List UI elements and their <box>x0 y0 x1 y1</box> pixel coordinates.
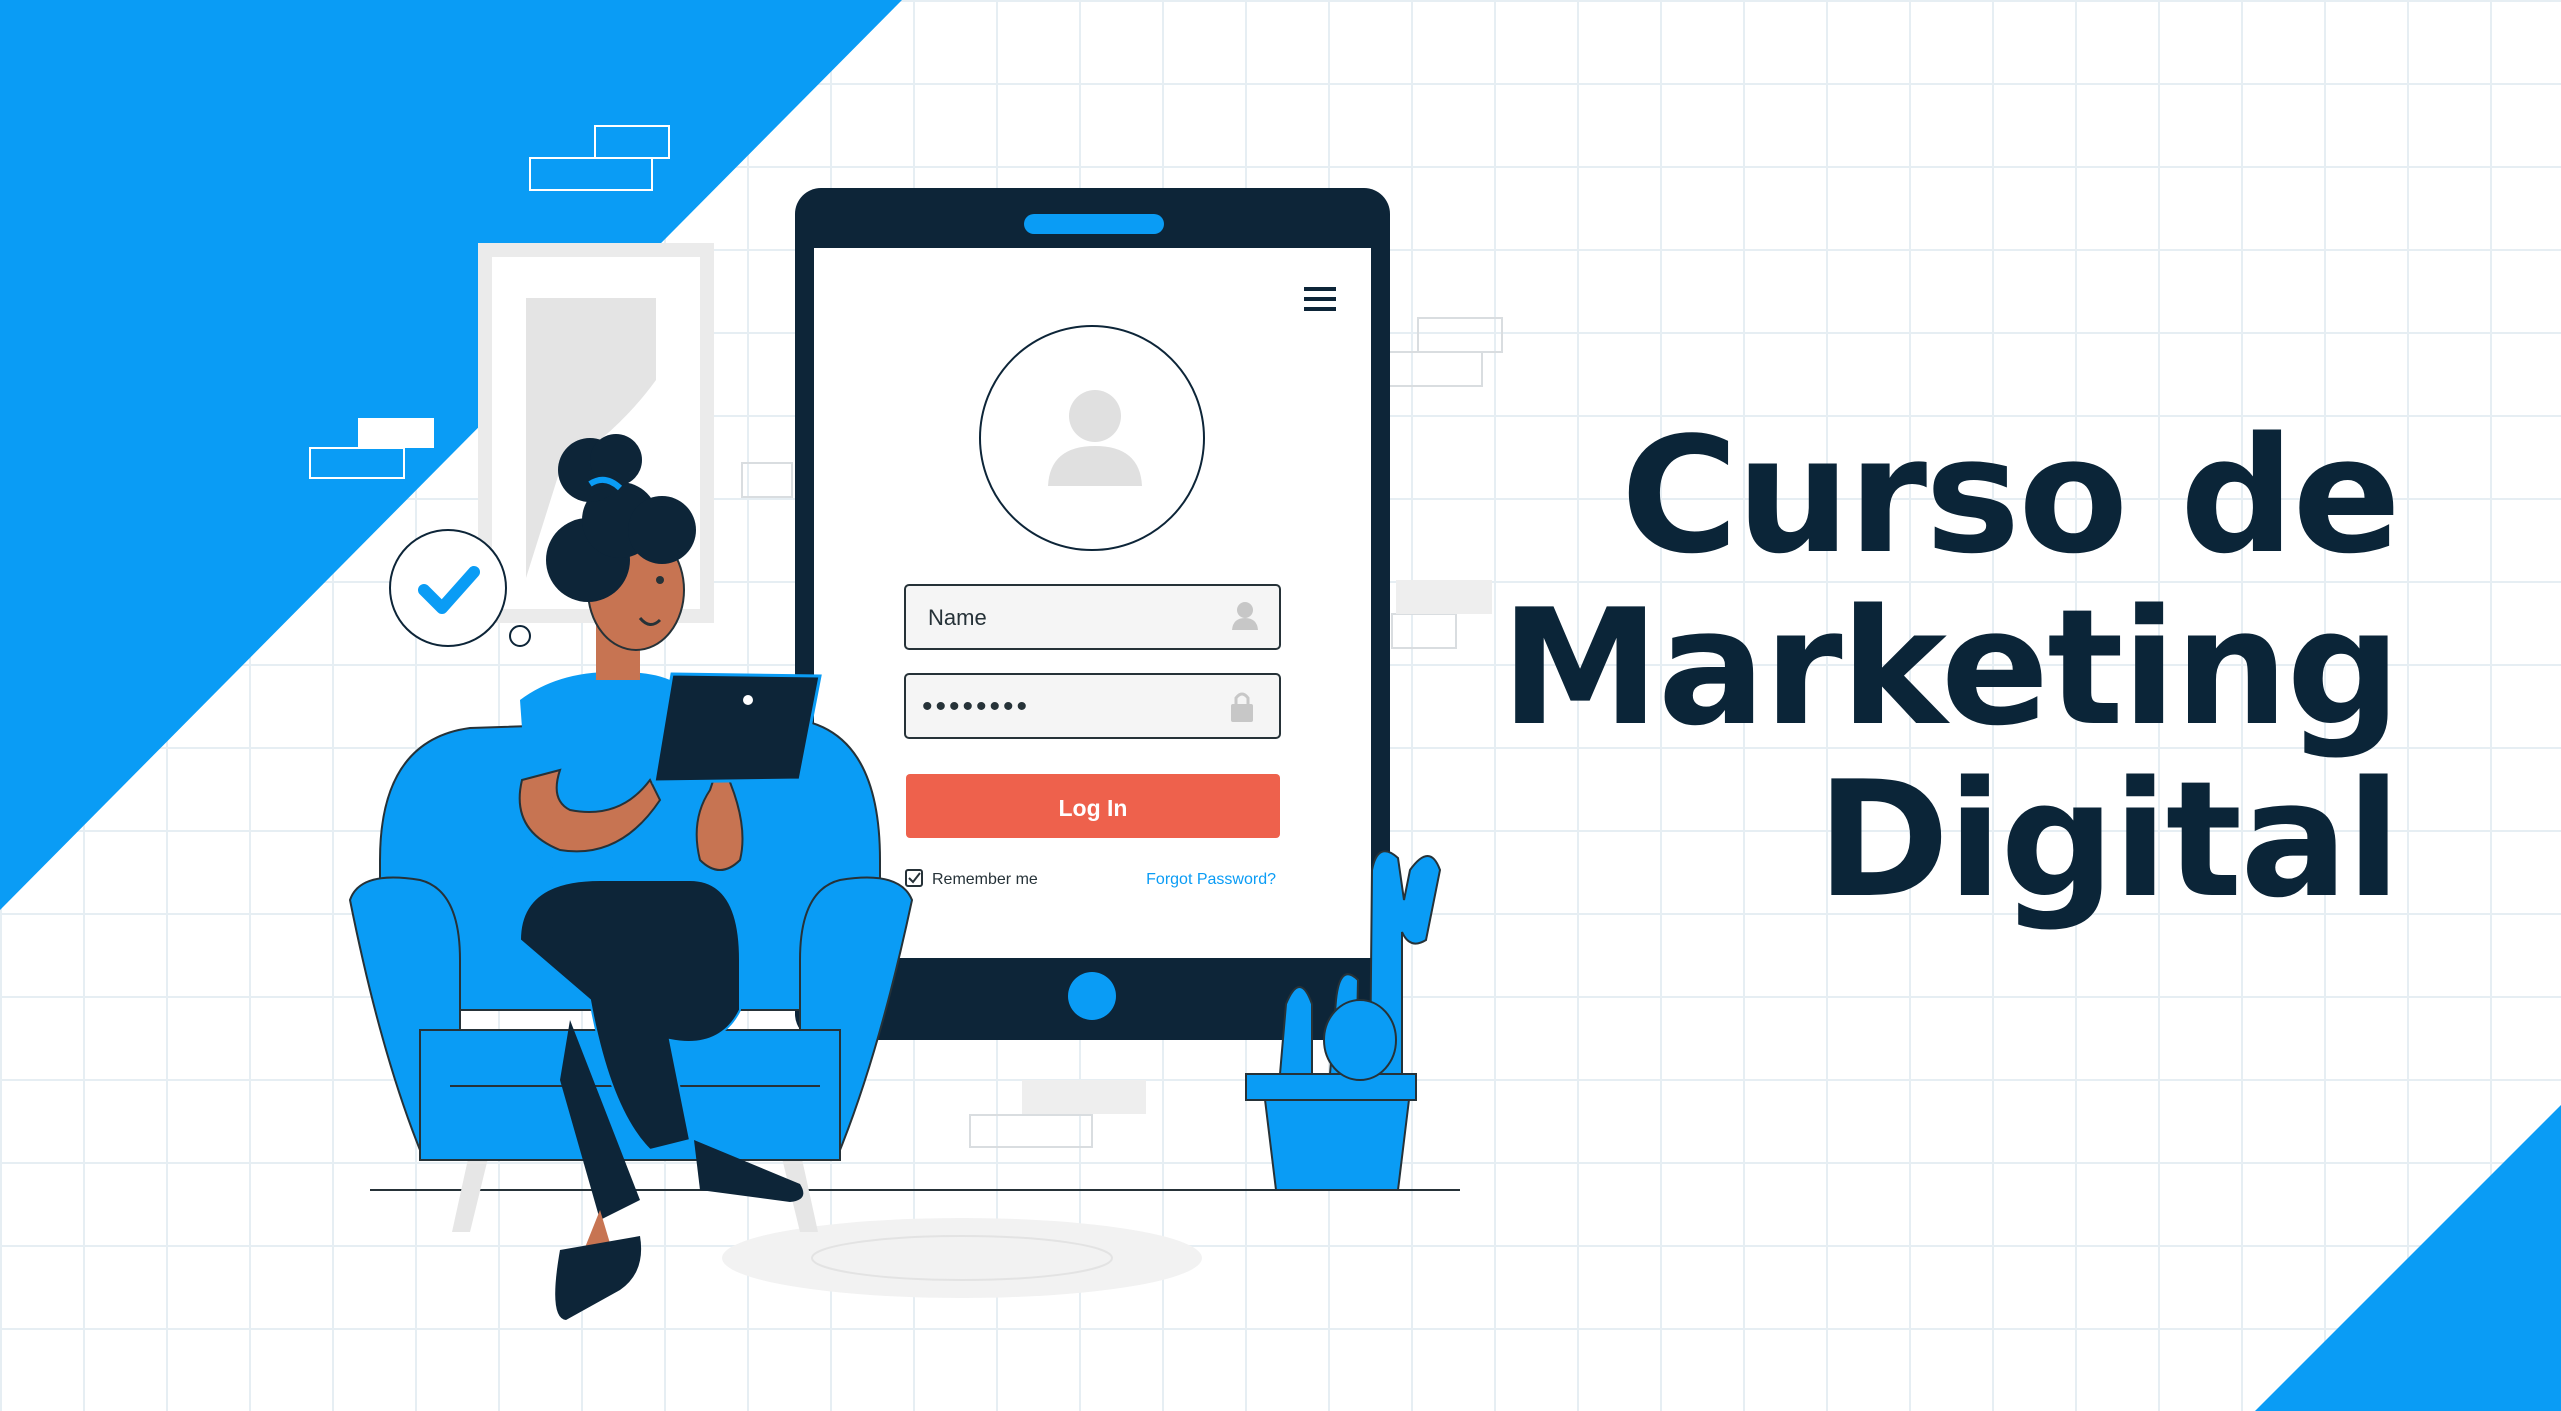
name-field[interactable]: Name <box>928 605 987 630</box>
password-field[interactable]: •••••••• <box>922 690 1030 723</box>
course-title: Curso de Marketing Digital <box>1500 402 2401 933</box>
title-line-1: Curso de <box>1620 402 2401 589</box>
decor-rects-left <box>529 125 670 191</box>
login-button[interactable]: Log In <box>1059 795 1128 821</box>
remember-me-label[interactable]: Remember me <box>932 871 1038 888</box>
title-line-2: Marketing <box>1500 574 2401 761</box>
decor-rects-left-2 <box>309 418 434 479</box>
user-avatar-icon <box>979 325 1205 551</box>
title-line-3: Digital <box>1816 746 2401 933</box>
forgot-password-link[interactable]: Forgot Password? <box>1146 871 1276 888</box>
remember-checkbox <box>905 869 923 887</box>
